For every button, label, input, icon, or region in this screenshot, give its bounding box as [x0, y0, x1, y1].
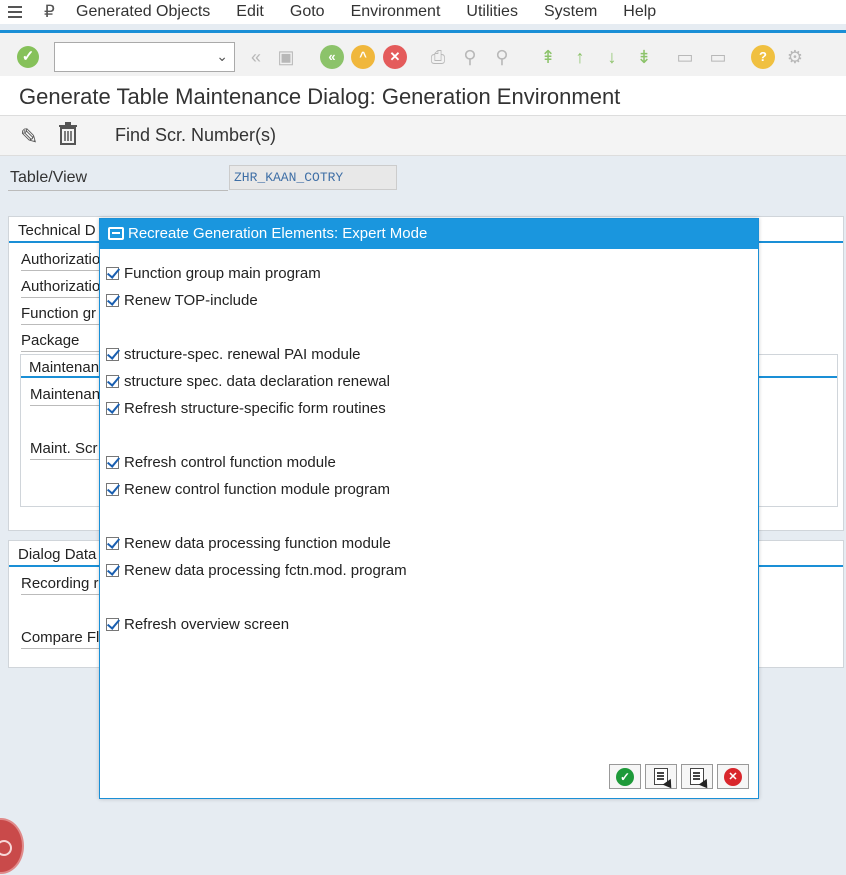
technical-group-title: Technical D — [18, 222, 96, 239]
find-next-icon[interactable]: ⚲ — [490, 45, 514, 69]
option-control-function-module[interactable]: Refresh control function module — [106, 452, 336, 472]
last-page-icon[interactable]: ⇟ — [632, 45, 656, 69]
checkbox[interactable] — [106, 266, 119, 280]
select-all-icon — [654, 768, 676, 792]
cancel-icon: ✕ — [724, 767, 742, 786]
menu-goto[interactable]: Goto — [290, 3, 325, 21]
menu-system[interactable]: System — [544, 3, 597, 21]
table-view-field[interactable]: ZHR_KAAN_COTRY — [229, 165, 397, 190]
save-icon[interactable]: ▣ — [274, 45, 298, 69]
application-toolbar: ✎ Find Scr. Number(s) — [0, 116, 846, 156]
checkbox[interactable] — [106, 482, 119, 496]
menu-generated-objects[interactable]: Generated Objects — [76, 3, 210, 21]
menu-utilities[interactable]: Utilities — [466, 3, 518, 21]
option-data-processing-program[interactable]: Renew data processing fctn.mod. program — [106, 560, 407, 580]
system-menu-icon[interactable] — [8, 4, 26, 20]
authorization-group-label: Authorizatio — [21, 251, 106, 271]
dialog-header: Recreate Generation Elements: Expert Mod… — [100, 219, 758, 249]
dialog-title: Recreate Generation Elements: Expert Mod… — [128, 225, 428, 242]
option-structure-form-routines[interactable]: Refresh structure-specific form routines — [106, 398, 386, 418]
function-group-label: Function gr — [21, 305, 106, 325]
table-view-label: Table/View — [10, 169, 88, 186]
up-icon[interactable]: ^ — [351, 45, 375, 69]
recording-routine-label: Recording r — [21, 575, 106, 595]
prev-page-icon[interactable]: ↑ — [568, 45, 592, 69]
print-icon[interactable]: ⎙ — [426, 45, 450, 69]
maintenance-subgroup-title: Maintenan — [29, 359, 100, 376]
checkbox[interactable] — [106, 374, 119, 388]
checkbox[interactable] — [106, 455, 119, 469]
ok-icon: ✓ — [616, 767, 634, 786]
menu-help[interactable]: Help — [623, 3, 656, 21]
edit-pencil-icon[interactable]: ✎ — [20, 124, 38, 150]
menu-bar: ₽ Generated Objects Edit Goto Environmen… — [0, 0, 846, 24]
option-function-group-main-program[interactable]: Function group main program — [106, 263, 321, 283]
divider — [8, 190, 228, 191]
deselect-all-button[interactable] — [681, 764, 713, 792]
back-green-icon[interactable]: « — [320, 45, 344, 69]
option-renew-top-include[interactable]: Renew TOP-include — [106, 290, 258, 310]
menu-environment[interactable]: Environment — [351, 3, 441, 21]
find-screen-number-button[interactable]: Find Scr. Number(s) — [115, 125, 276, 146]
page-title: Generate Table Maintenance Dialog: Gener… — [19, 84, 621, 109]
chevron-down-icon[interactable]: ⌄ — [216, 48, 228, 65]
option-data-processing-function-module[interactable]: Renew data processing function module — [106, 533, 391, 553]
option-structure-pai-module[interactable]: structure-spec. renewal PAI module — [106, 344, 361, 364]
back-icon[interactable]: « — [244, 45, 268, 69]
delete-trash-icon[interactable] — [57, 122, 79, 146]
standard-toolbar: ✓ ⌄ « ▣ « ^ ✕ ⎙ ⚲ ⚲ ⇞ ↑ ↓ ⇟ ▭ ▭ ? ⚙ — [0, 30, 846, 76]
menu-edit[interactable]: Edit — [236, 3, 264, 21]
checkbox[interactable] — [106, 293, 119, 307]
expert-mode-dialog: Recreate Generation Elements: Expert Mod… — [99, 218, 759, 799]
option-control-function-module-program[interactable]: Renew control function module program — [106, 479, 390, 499]
shortcut-icon[interactable]: ▭ — [706, 45, 730, 69]
package-label: Package — [21, 332, 106, 352]
cancel-icon[interactable]: ✕ — [383, 45, 407, 69]
next-page-icon[interactable]: ↓ — [600, 45, 624, 69]
authorization-object-label: Authorizatio — [21, 278, 106, 298]
dialog-window-icon — [108, 227, 124, 240]
first-page-icon[interactable]: ⇞ — [536, 45, 560, 69]
deselect-all-icon — [690, 768, 712, 792]
enter-icon[interactable]: ✓ — [17, 46, 39, 68]
help-icon[interactable]: ? — [751, 45, 775, 69]
option-refresh-overview-screen[interactable]: Refresh overview screen — [106, 614, 289, 634]
cancel-button[interactable]: ✕ — [717, 764, 749, 789]
command-field[interactable]: ⌄ — [54, 42, 235, 72]
option-structure-data-declaration[interactable]: structure spec. data declaration renewal — [106, 371, 390, 391]
select-all-button[interactable] — [645, 764, 677, 792]
checkbox[interactable] — [106, 536, 119, 550]
find-icon[interactable]: ⚲ — [458, 45, 482, 69]
dialog-data-group-title: Dialog Data — [18, 546, 97, 563]
checkbox[interactable] — [106, 347, 119, 361]
settings-icon[interactable]: ⚙ — [783, 45, 807, 69]
title-bar: Generate Table Maintenance Dialog: Gener… — [0, 76, 846, 116]
compare-flag-label: Compare Fl — [21, 629, 106, 649]
new-session-icon[interactable]: ▭ — [673, 45, 697, 69]
ok-button[interactable]: ✓ — [609, 764, 641, 789]
layout-menu-icon[interactable]: ₽ — [44, 3, 62, 21]
checkbox[interactable] — [106, 401, 119, 415]
checkbox[interactable] — [106, 617, 119, 631]
checkbox[interactable] — [106, 563, 119, 577]
